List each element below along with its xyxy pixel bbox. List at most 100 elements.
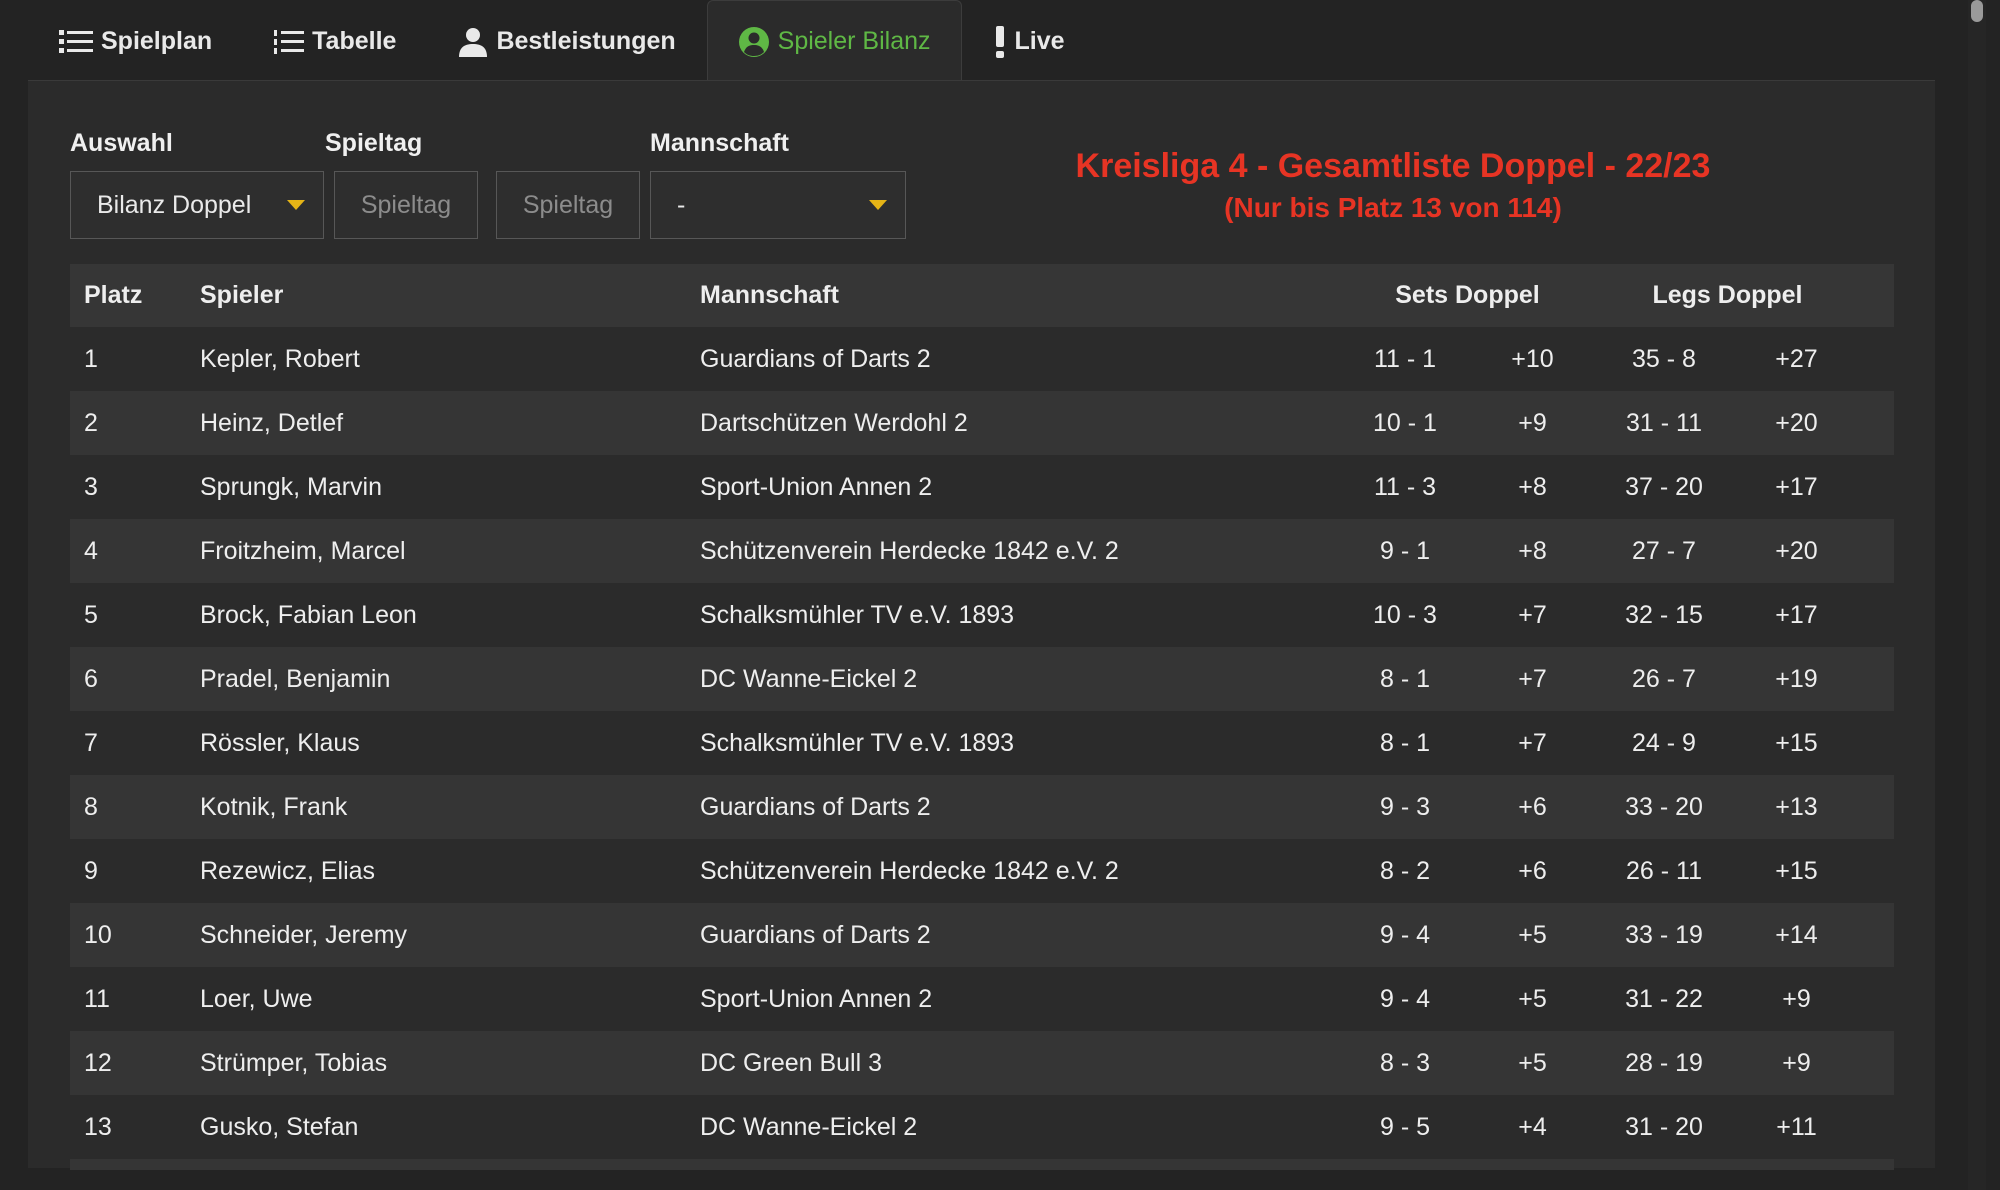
numbered-list-icon <box>274 28 305 56</box>
cell-platz: 4 <box>84 536 98 565</box>
cell-platz: 8 <box>84 792 98 821</box>
cell-platz: 5 <box>84 600 98 629</box>
tab-live[interactable]: Live <box>962 0 1096 82</box>
table-row: 11 Loer, Uwe Sport-Union Annen 2 9 - 4 +5… <box>70 967 1894 1031</box>
table-row: 3 Sprungk, Marvin Sport-Union Annen 2 11… <box>70 455 1894 519</box>
cell-sets-diff: +8 <box>1518 472 1547 501</box>
cell-sets-diff: +7 <box>1518 728 1547 757</box>
auswahl-label: Auswahl <box>70 129 173 157</box>
spieltag-to-placeholder: Spieltag <box>522 190 614 219</box>
spieltag-label: Spieltag <box>325 129 423 157</box>
exclamation-icon <box>993 25 1007 58</box>
cell-legs: 35 - 8 <box>1632 344 1696 373</box>
content-panel: Auswahl Spieltag Mannschaft Bilanz Doppe… <box>28 80 1935 1173</box>
tab-spielplan[interactable]: Spielplan <box>28 0 243 82</box>
cell-platz: 1 <box>84 344 98 373</box>
cell-platz: 12 <box>84 1048 112 1077</box>
cell-legs-diff: +20 <box>1775 536 1818 565</box>
cell-mannschaft: DC Wanne-Eickel 2 <box>700 664 918 693</box>
cell-spieler: Loer, Uwe <box>200 984 313 1013</box>
cell-sets-diff: +5 <box>1518 1048 1547 1077</box>
cell-legs: 33 - 19 <box>1625 920 1703 949</box>
tab-tabelle-label: Tabelle <box>312 27 397 55</box>
cell-legs-group: 35 - 8 +27 <box>1595 345 1860 374</box>
cell-legs-group: 37 - 20 +17 <box>1595 473 1860 502</box>
cell-legs-diff: +14 <box>1775 920 1818 949</box>
mannschaft-select[interactable]: - <box>650 171 906 239</box>
cell-legs-group: 31 - 11 +20 <box>1595 409 1860 438</box>
cell-mannschaft: Guardians of Darts 2 <box>700 344 931 373</box>
cell-mannschaft: Dartschützen Werdohl 2 <box>700 408 968 437</box>
cell-sets: 9 - 3 <box>1379 792 1431 821</box>
cell-sets-diff: +8 <box>1518 536 1547 565</box>
cell-sets-group: 9 - 5 +4 <box>1340 1113 1595 1142</box>
cell-legs: 37 - 20 <box>1625 472 1703 501</box>
cell-legs: 31 - 11 <box>1626 408 1702 437</box>
cell-platz: 7 <box>84 728 98 757</box>
header-mannschaft: Mannschaft <box>700 281 839 309</box>
tab-spielplan-label: Spielplan <box>101 27 213 55</box>
cell-mannschaft: Schalksmühler TV e.V. 1893 <box>700 728 1015 757</box>
table-row: 10 Schneider, Jeremy Guardians of Darts … <box>70 903 1894 967</box>
header-sets-label: Sets Doppel <box>1395 281 1540 309</box>
cell-spieler: Brock, Fabian Leon <box>200 600 417 629</box>
cell-sets-group: 11 - 3 +8 <box>1340 473 1595 502</box>
tab-tabelle[interactable]: Tabelle <box>243 0 427 82</box>
cell-legs-diff: +11 <box>1776 1112 1817 1141</box>
cell-legs-group: 24 - 9 +15 <box>1595 729 1860 758</box>
cell-sets-diff: +4 <box>1518 1112 1547 1141</box>
tab-spieler-bilanz[interactable]: Spieler Bilanz <box>706 0 962 82</box>
table-row: 5 Brock, Fabian Leon Schalksmühler TV e.… <box>70 583 1894 647</box>
cell-sets-group: 11 - 1 +10 <box>1340 345 1595 374</box>
tab-bestleistungen[interactable]: Bestleistungen <box>427 0 706 82</box>
cell-legs-group: 31 - 22 +9 <box>1595 985 1860 1014</box>
cell-platz: 11 <box>84 984 110 1013</box>
cell-sets: 9 - 4 <box>1379 920 1431 949</box>
cell-legs-diff: +15 <box>1775 728 1818 757</box>
table-row: 1 Kepler, Robert Guardians of Darts 2 11… <box>70 327 1894 391</box>
cell-platz: 9 <box>84 856 98 885</box>
cell-mannschaft: Guardians of Darts 2 <box>700 792 931 821</box>
cell-platz: 13 <box>84 1112 112 1141</box>
cell-legs-diff: +27 <box>1775 344 1818 373</box>
tab-bestleistungen-label: Bestleistungen <box>496 27 676 55</box>
spieltag-to-input[interactable]: Spieltag <box>496 171 640 239</box>
table-header: Platz Spieler Mannschaft Sets Doppel Leg… <box>70 264 1894 327</box>
cell-mannschaft: Sport-Union Annen 2 <box>700 472 933 501</box>
cell-legs: 26 - 11 <box>1626 856 1702 885</box>
headline-subtitle: (Nur bis Platz 13 von 114) <box>1224 192 1562 223</box>
cell-sets: 9 - 5 <box>1379 1112 1431 1141</box>
bottom-strip <box>0 1170 2000 1190</box>
cell-sets-group: 9 - 4 +5 <box>1340 921 1595 950</box>
cell-spieler: Pradel, Benjamin <box>200 664 391 693</box>
cell-legs: 32 - 15 <box>1625 600 1703 629</box>
cell-sets-diff: +7 <box>1518 600 1547 629</box>
scrollbar[interactable] <box>1968 0 1986 1190</box>
cell-spieler: Kotnik, Frank <box>200 792 348 821</box>
page: Spielplan Tabelle Bestleistungen Spieler… <box>0 0 2000 1190</box>
cell-sets-group: 8 - 1 +7 <box>1340 665 1595 694</box>
cell-legs-group: 26 - 11 +15 <box>1595 857 1860 886</box>
cell-spieler: Heinz, Detlef <box>200 408 344 437</box>
user-icon <box>458 27 488 57</box>
cell-legs: 31 - 22 <box>1625 984 1703 1013</box>
auswahl-select[interactable]: Bilanz Doppel <box>70 171 324 239</box>
scrollbar-thumb[interactable] <box>1971 0 1983 22</box>
cell-sets-diff: +10 <box>1511 344 1554 373</box>
headline: Kreisliga 4 - Gesamtliste Doppel - 22/23… <box>1068 147 1718 224</box>
cell-legs-group: 32 - 15 +17 <box>1595 601 1860 630</box>
spieltag-from-input[interactable]: Spieltag <box>334 171 478 239</box>
cell-legs: 24 - 9 <box>1632 728 1696 757</box>
cell-spieler: Gusko, Stefan <box>200 1112 359 1141</box>
cell-sets-group: 8 - 3 +5 <box>1340 1049 1595 1078</box>
cell-legs-group: 33 - 20 +13 <box>1595 793 1860 822</box>
cell-sets-group: 8 - 2 +6 <box>1340 857 1595 886</box>
tab-spieler-bilanz-label: Spieler Bilanz <box>777 27 931 55</box>
cell-platz: 6 <box>84 664 98 693</box>
cell-sets: 11 - 1 <box>1373 344 1437 373</box>
cell-mannschaft: Guardians of Darts 2 <box>700 920 931 949</box>
spieltag-from-placeholder: Spieltag <box>360 190 452 219</box>
ranking-table: Platz Spieler Mannschaft Sets Doppel Leg… <box>70 264 1894 1173</box>
cell-sets-group: 8 - 1 +7 <box>1340 729 1595 758</box>
cell-legs-diff: +19 <box>1775 664 1818 693</box>
